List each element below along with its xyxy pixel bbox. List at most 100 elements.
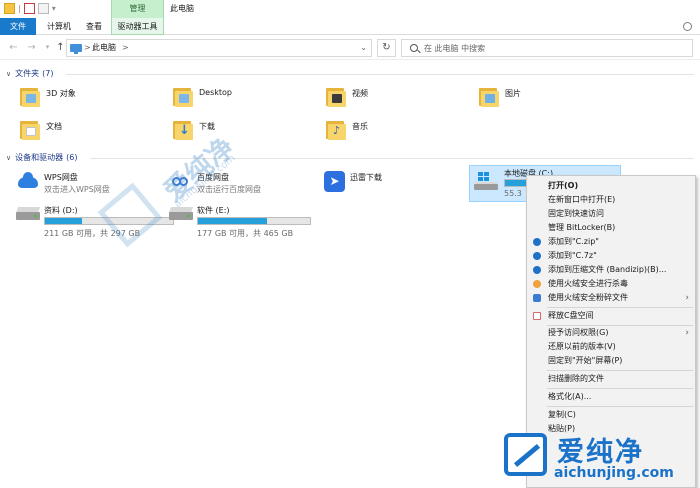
- desktop-folder-icon: [171, 86, 194, 108]
- 3d-objects-folder-icon: [18, 86, 41, 108]
- menu-item-huorong-shred[interactable]: 使用火绒安全粉碎文件 ›: [527, 291, 695, 305]
- drive-size-text: 211 GB 可用，共 297 GB: [44, 229, 141, 238]
- breadcrumb-separator[interactable]: >: [122, 40, 129, 56]
- drive-usage-fill: [198, 218, 268, 224]
- folder-label: Desktop: [199, 88, 232, 97]
- folder-label: 下载: [199, 122, 215, 131]
- folder-tile-music[interactable]: 音乐: [324, 119, 464, 143]
- breadcrumb-this-pc[interactable]: 此电脑: [92, 40, 116, 56]
- folders-group-title: 文件夹: [15, 69, 40, 78]
- menu-item-pin-start[interactable]: 固定到"开始"屏幕(P): [527, 354, 695, 368]
- folder-tile-3d-objects[interactable]: 3D 对象: [18, 86, 158, 110]
- collapse-chevron-icon[interactable]: ∨: [6, 154, 11, 162]
- downloads-folder-icon: [171, 119, 194, 141]
- folder-label: 视频: [352, 89, 368, 98]
- menu-item-copy[interactable]: 复制(C): [527, 408, 695, 422]
- tab-view[interactable]: 查看: [80, 18, 108, 35]
- menu-item-huorong-scan[interactable]: 使用火绒安全进行杀毒: [527, 277, 695, 291]
- drive-icon: [15, 207, 41, 221]
- drive-usage-fill: [45, 218, 83, 224]
- device-tile-wps[interactable]: WPS网盘 双击进入WPS网盘: [16, 170, 156, 196]
- videos-folder-icon: [324, 86, 347, 108]
- device-label: WPS网盘: [44, 173, 78, 182]
- music-folder-icon: [324, 119, 347, 141]
- collapse-chevron-icon[interactable]: ∨: [6, 70, 11, 78]
- folder-tile-downloads[interactable]: 下载: [171, 119, 311, 143]
- address-bar[interactable]: > 此电脑 > ⌄: [66, 39, 372, 57]
- menu-separator: [547, 307, 693, 308]
- manage-context-tab[interactable]: 管理: [111, 0, 164, 18]
- menu-separator: [547, 370, 693, 371]
- drive-size-text: 55.3: [504, 189, 522, 198]
- help-icon[interactable]: [683, 22, 692, 31]
- devices-group-header[interactable]: ∨ 设备和驱动器 (6): [6, 152, 696, 163]
- folder-label: 图片: [505, 89, 521, 98]
- menu-item-free-space[interactable]: 释放C盘空间: [527, 309, 695, 323]
- device-tile-e[interactable]: 软件 (E:) 177 GB 可用，共 465 GB: [168, 203, 313, 238]
- tab-file[interactable]: 文件: [0, 18, 36, 35]
- huorong-icon: [533, 280, 541, 288]
- refresh-button[interactable]: ↻: [377, 39, 396, 57]
- divider: [90, 158, 694, 159]
- folder-tile-documents[interactable]: 文档: [18, 119, 158, 143]
- device-tile-baidu[interactable]: 百度网盘 双击运行百度网盘: [169, 170, 309, 196]
- back-arrow-icon[interactable]: ←: [7, 41, 20, 54]
- menu-item-scan-deleted[interactable]: 扫描删除的文件: [527, 372, 695, 386]
- brand-url: aichunjing.com: [554, 465, 674, 481]
- search-icon: [410, 44, 418, 52]
- menu-item-manage-bitlocker[interactable]: 管理 BitLocker(B): [527, 221, 695, 235]
- menu-item-add-7z[interactable]: 添加到"C.7z": [527, 249, 695, 263]
- tab-computer[interactable]: 计算机: [39, 18, 79, 35]
- xunlei-icon: ➤: [322, 170, 346, 192]
- tab-drive-tools[interactable]: 驱动器工具: [111, 18, 164, 35]
- folders-group-header[interactable]: ∨ 文件夹 (7): [6, 68, 696, 79]
- folder-tile-desktop[interactable]: Desktop: [171, 86, 311, 110]
- menu-separator: [547, 406, 693, 407]
- drive-size-text: 177 GB 可用，共 465 GB: [197, 229, 294, 238]
- qat-dropdown-icon[interactable]: ▾: [52, 4, 56, 13]
- device-label: 软件 (E:): [197, 206, 230, 215]
- drive-usage-bar-e: [197, 217, 311, 225]
- menu-item-open-new-window[interactable]: 在新窗口中打开(E): [527, 193, 695, 207]
- device-label: 资料 (D:): [44, 206, 78, 215]
- folder-label: 3D 对象: [46, 89, 76, 98]
- device-label: 迅雷下载: [350, 173, 382, 182]
- folder-icon[interactable]: [4, 3, 15, 14]
- free-space-icon: [533, 312, 541, 320]
- recent-locations-icon[interactable]: ▾: [41, 41, 54, 54]
- window-title: 此电脑: [170, 4, 194, 13]
- device-tile-d[interactable]: 资料 (D:) 211 GB 可用，共 297 GB: [15, 203, 174, 238]
- breadcrumb-separator[interactable]: >: [84, 40, 91, 56]
- pictures-folder-icon: [477, 86, 500, 108]
- menu-item-add-archive[interactable]: 添加到压缩文件 (Bandizip)(B)...: [527, 263, 695, 277]
- folder-tile-videos[interactable]: 视频: [324, 86, 464, 110]
- windows-drive-icon: [474, 172, 498, 190]
- device-tile-xunlei[interactable]: ➤ 迅雷下载: [322, 170, 462, 196]
- search-input[interactable]: [424, 41, 684, 55]
- menu-item-add-zip[interactable]: 添加到"C.zip": [527, 235, 695, 249]
- bandizip-icon: [533, 252, 541, 260]
- forward-arrow-icon[interactable]: →: [25, 41, 38, 54]
- documents-folder-icon: [18, 119, 41, 141]
- submenu-arrow-icon: ›: [685, 293, 689, 303]
- device-subtitle: 双击运行百度网盘: [197, 185, 261, 194]
- this-pc-icon: [70, 44, 82, 54]
- menu-item-restore-versions[interactable]: 还原以前的版本(V): [527, 340, 695, 354]
- bandizip-icon: [533, 266, 541, 274]
- bandizip-icon: [533, 238, 541, 246]
- address-dropdown-icon[interactable]: ⌄: [360, 40, 367, 56]
- wps-cloud-icon: [16, 170, 40, 192]
- properties-icon[interactable]: [23, 3, 35, 14]
- title-bar: | ▾ 管理 此电脑: [0, 0, 700, 18]
- menu-item-grant-access[interactable]: 授予访问权限(G) ›: [527, 326, 695, 340]
- search-box[interactable]: [401, 39, 693, 57]
- menu-item-pin-quick-access[interactable]: 固定到快速访问: [527, 207, 695, 221]
- baidu-netdisk-icon: [169, 170, 193, 192]
- drive-icon: [168, 207, 194, 221]
- new-folder-icon[interactable]: [37, 3, 49, 14]
- menu-item-open[interactable]: 打开(O): [527, 179, 695, 193]
- submenu-arrow-icon: ›: [685, 328, 689, 338]
- ribbon-tab-bar: 文件 计算机 查看 驱动器工具: [0, 18, 700, 35]
- folder-tile-pictures[interactable]: 图片: [477, 86, 617, 110]
- menu-item-format[interactable]: 格式化(A)...: [527, 390, 695, 404]
